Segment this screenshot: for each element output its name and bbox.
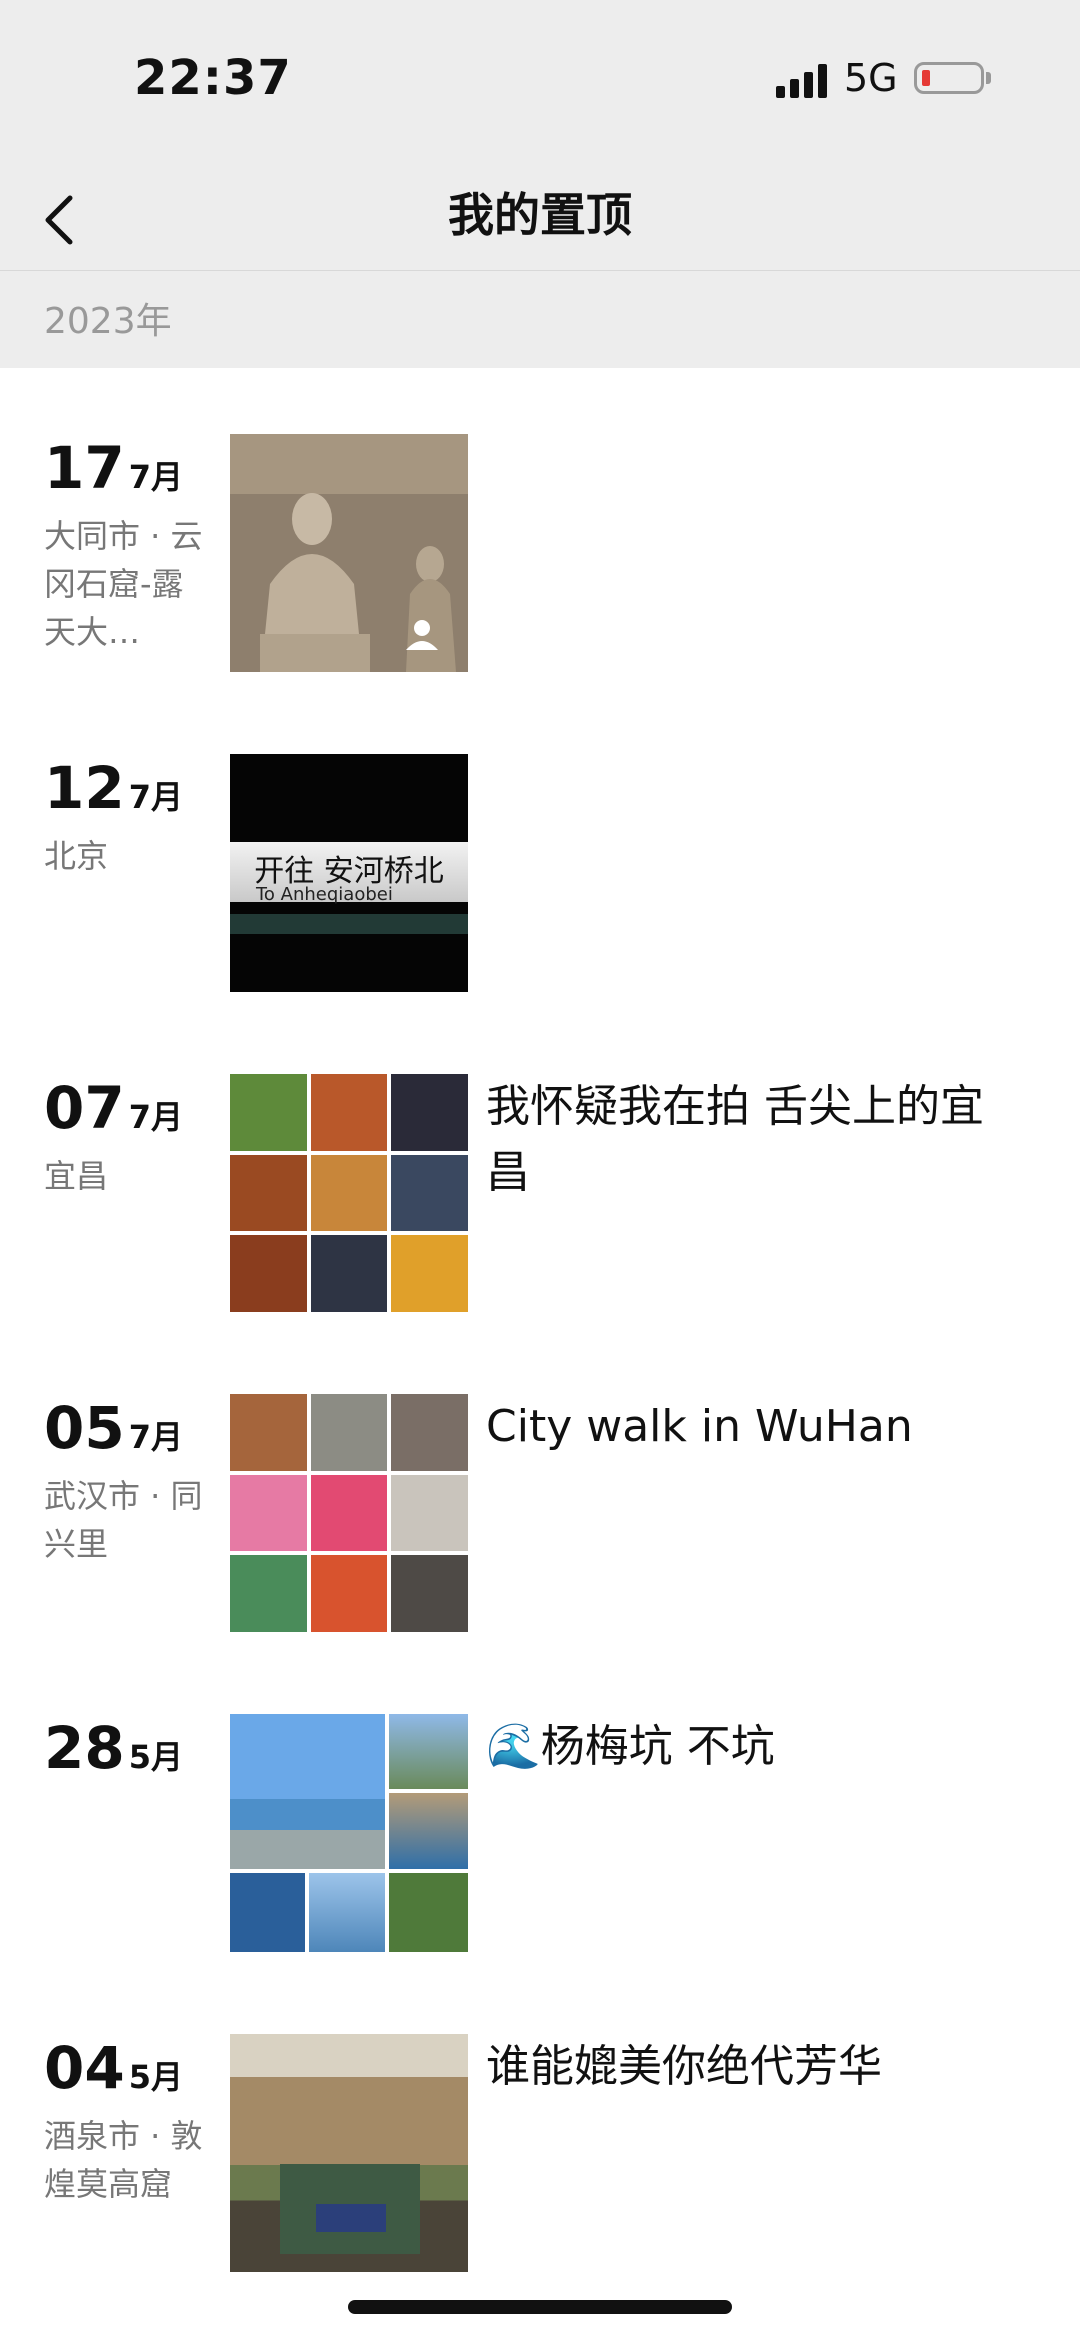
- entry-caption: 谁能媲美你绝代芳华: [486, 2041, 882, 2092]
- entry-photo-grid[interactable]: [230, 1074, 468, 1312]
- entry-date: 07 7月: [44, 1074, 183, 1142]
- entry-day: 12: [44, 754, 125, 822]
- photo-tile: [391, 1235, 468, 1312]
- photo-tile: [230, 1474, 307, 1552]
- entry-photo-grid[interactable]: [230, 1714, 468, 1952]
- home-indicator[interactable]: [348, 2300, 732, 2314]
- photo-tile: [391, 1394, 468, 1471]
- entry-location: 宜昌: [44, 1157, 109, 1195]
- photo-tile: [389, 1873, 468, 1952]
- photo-tile: [309, 1873, 385, 1952]
- entry-date: 28 5月: [44, 1714, 183, 1782]
- entry-caption: 我怀疑我在拍 舌尖上的宜昌: [486, 1081, 984, 1198]
- status-time: 22:37: [134, 50, 292, 106]
- photo-tile: [391, 1555, 468, 1632]
- photo-tile: [391, 1474, 468, 1552]
- entry-location: 武汉市 · 同兴里: [44, 1477, 203, 1563]
- gate-plaque: [316, 2204, 386, 2232]
- photo-tile: [391, 1154, 468, 1232]
- photo-tile: [230, 1555, 307, 1632]
- photo-tile: [230, 1714, 385, 1869]
- battery-cap: [986, 72, 991, 84]
- photo-tile: [310, 1474, 388, 1552]
- status-bar: 22:37 5G: [0, 0, 1080, 160]
- photo-tile: [310, 1074, 388, 1151]
- person-tag-icon: [406, 620, 438, 650]
- entry-date: 17 7月: [44, 434, 183, 502]
- sign-subtext: To Anheqiaobei: [256, 884, 393, 905]
- entry-photo[interactable]: [230, 2034, 468, 2272]
- entry-month: 7月: [128, 1098, 183, 1136]
- photo-tile: [391, 1074, 468, 1151]
- photo-tile: [230, 1235, 307, 1312]
- page-title: 我的置顶: [448, 188, 632, 242]
- entry-date: 05 7月: [44, 1394, 183, 1462]
- entry-photo[interactable]: [230, 434, 468, 672]
- entry-month: 7月: [128, 778, 183, 816]
- photo-tile: [310, 1394, 388, 1471]
- cellular-signal-icon: [776, 62, 828, 98]
- entry-day: 07: [44, 1074, 125, 1142]
- entry-photo-grid[interactable]: [230, 1394, 468, 1632]
- entry-date: 12 7月: [44, 754, 183, 822]
- year-header: 2023年: [44, 301, 172, 342]
- entry-caption: City walk in WuHan: [486, 1401, 913, 1452]
- entry-location: 北京: [44, 837, 109, 875]
- photo-tile: [310, 1555, 388, 1632]
- entry-month: 5月: [128, 1738, 183, 1776]
- entry-caption: 🌊杨梅坑 不坑: [486, 1721, 775, 1772]
- photo-tile: [310, 1154, 388, 1232]
- entry-month: 5月: [128, 2058, 183, 2096]
- entry-day: 28: [44, 1714, 125, 1782]
- photo-tile: [230, 1154, 307, 1232]
- sign-bottom-strip: [230, 914, 468, 934]
- entry-date: 04 5月: [44, 2034, 183, 2102]
- entry-day: 17: [44, 434, 125, 502]
- entry-day: 04: [44, 2034, 125, 2102]
- network-type: 5G: [844, 56, 898, 100]
- entry-month: 7月: [128, 1418, 183, 1456]
- entry-location: 酒泉市 · 敦煌莫高窟: [44, 2117, 203, 2203]
- navigation-bar: 我的置顶: [0, 160, 1080, 271]
- photo-tile: [230, 1873, 305, 1952]
- battery-icon: [914, 62, 984, 94]
- photo-tile: [389, 1714, 468, 1789]
- entry-location: 大同市 · 云冈石窟-露天大…: [44, 517, 203, 651]
- photo-tile: [389, 1793, 468, 1869]
- entry-photo[interactable]: 开往 安河桥北 To Anheqiaobei: [230, 754, 468, 992]
- entry-month: 7月: [128, 458, 183, 496]
- entry-day: 05: [44, 1394, 125, 1462]
- photo-tile: [310, 1235, 388, 1312]
- photo-tile: [230, 1074, 307, 1151]
- photo-tile: [230, 1394, 307, 1471]
